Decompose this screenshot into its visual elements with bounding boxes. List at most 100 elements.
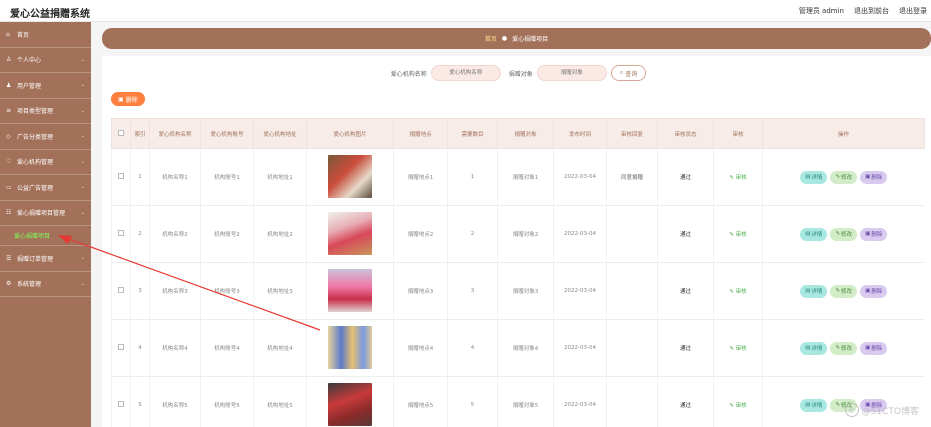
cell-status: 通过 xyxy=(657,148,714,206)
chevron-down-icon: ⌄ xyxy=(80,184,85,191)
cell-status: 通过 xyxy=(657,262,714,320)
cell-reply xyxy=(606,205,658,263)
cell-audit: ✎ 审核 xyxy=(713,205,763,263)
edit-button[interactable]: ✎ 修改 xyxy=(830,341,858,355)
column-header[interactable]: 需要数目 xyxy=(447,118,498,149)
org-photo[interactable] xyxy=(328,382,372,426)
detail-button[interactable]: ▤ 详情 xyxy=(800,227,828,241)
sidebar-item-users[interactable]: ♟ 用户管理 ⌄ xyxy=(0,73,91,99)
watermark-logo-icon: ◎ xyxy=(844,403,859,417)
table-row: 5 机构名称5 机构账号5 机构地址5 捐赠地点5 5 捐赠对象5 2022-03-04 通过 ✎… xyxy=(111,376,925,427)
audit-link[interactable]: ✎ 审核 xyxy=(729,175,746,181)
sidebar: ⌂ 首页 ♙ 个人中心 ⌄ ♟ 用户管理 ⌄ ≡ 项目类型管理 ⌄ ◇ 广告分类管理 ⌄ ♡ 爱心机构管理 ⌄ ▭… xyxy=(0,22,91,427)
sidebar-item-order[interactable]: ☰ 捐赠订单管理 ⌄ xyxy=(0,246,91,272)
org-photo[interactable] xyxy=(328,211,372,255)
batch-delete-button[interactable]: ▣ 删除 xyxy=(111,92,145,106)
detail-icon: ▤ xyxy=(805,231,811,237)
row-checkbox[interactable] xyxy=(118,344,124,350)
breadcrumb-current: 爱心捐赠项目 xyxy=(512,36,549,43)
row-checkbox[interactable] xyxy=(118,173,124,179)
cell-audit: ✎ 审核 xyxy=(713,148,763,206)
heart-icon: ♡ xyxy=(6,158,12,166)
cell-time: 2022-03-04 xyxy=(553,376,607,427)
delete-button[interactable]: ▣ 删除 xyxy=(860,284,888,298)
chevron-down-icon: ⌄ xyxy=(80,280,85,287)
column-header[interactable]: 索引 xyxy=(130,118,150,149)
cell-index: 1 xyxy=(130,148,150,206)
detail-button[interactable]: ▤ 详情 xyxy=(800,284,828,298)
cell-index: 5 xyxy=(130,376,150,427)
column-header[interactable]: 爱心机构图片 xyxy=(306,118,394,149)
edit-button[interactable]: ✎ 修改 xyxy=(830,170,858,184)
table-row: 4 机构名称4 机构账号4 机构地址4 捐赠地点4 4 捐赠对象4 2022-03-04 通过 ✎… xyxy=(111,319,925,377)
sidebar-item-label: 用户管理 xyxy=(17,82,42,90)
cell-index: 3 xyxy=(130,262,150,320)
column-header[interactable]: 爱心机构地址 xyxy=(253,118,307,149)
column-header[interactable]: 爱心机构名称 xyxy=(149,118,201,149)
cell-count: 2 xyxy=(447,205,498,263)
sidebar-item-heart[interactable]: ♡ 爱心机构管理 ⌄ xyxy=(0,150,91,175)
cell-ops: ▤ 详情 ✎ 修改 ▣ 删除 xyxy=(762,376,925,427)
cell-org-account: 机构账号5 xyxy=(200,376,254,427)
table-header-row: 索引 爱心机构名称 爱心机构账号 爱心机构地址 爱心机构图片 捐赠地点 需要数目 捐赠对象 发布… xyxy=(111,118,925,149)
audit-link[interactable]: ✎ 审核 xyxy=(729,289,746,295)
sidebar-item-project[interactable]: ☷ 爱心捐赠项目管理 ⌄ xyxy=(0,201,91,226)
column-header[interactable]: 审核状态 xyxy=(657,118,714,149)
sidebar-item-settings[interactable]: ⚙ 系统管理 ⌄ xyxy=(0,272,91,297)
cell-index: 4 xyxy=(130,319,150,377)
cell-org-address: 机构地址5 xyxy=(253,376,307,427)
column-header[interactable]: 审核 xyxy=(713,118,763,149)
cell-org-address: 机构地址3 xyxy=(253,262,307,320)
column-header[interactable]: 爱心机构账号 xyxy=(200,118,254,149)
select-all-checkbox[interactable] xyxy=(118,129,124,136)
sidebar-item-list[interactable]: ≡ 项目类型管理 ⌄ xyxy=(0,99,91,124)
breadcrumb-home[interactable]: 首页 xyxy=(485,34,497,43)
cell-org-address: 机构地址1 xyxy=(253,148,307,206)
top-bar: 爱心公益捐赠系统 管理员 admin 退出到前台 退出登录 xyxy=(0,0,931,22)
audit-link[interactable]: ✎ 审核 xyxy=(729,232,746,238)
cell-org-name: 机构名称5 xyxy=(149,376,201,427)
detail-button[interactable]: ▤ 详情 xyxy=(800,170,828,184)
detail-button[interactable]: ▤ 详情 xyxy=(800,398,828,412)
row-select-cell xyxy=(111,205,131,263)
search-org-input[interactable] xyxy=(430,65,501,81)
sidebar-item-home[interactable]: ⌂ 首页 xyxy=(0,22,91,48)
edit-button[interactable]: ✎ 修改 xyxy=(830,284,858,298)
trash-icon: ▣ xyxy=(865,174,871,180)
column-header[interactable]: 发布时间 xyxy=(553,118,607,149)
main-content: 首页 ● 爱心捐赠项目 爱心机构名称 捐赠对象 ⌕ 查询 ▣ 删除 索引爱心机构… xyxy=(91,22,931,427)
row-checkbox[interactable] xyxy=(118,401,124,407)
column-header[interactable]: 捐赠对象 xyxy=(497,118,554,149)
query-button[interactable]: ⌕ 查询 xyxy=(610,65,647,81)
audit-link[interactable]: ✎ 审核 xyxy=(729,346,746,352)
sidebar-item-tag[interactable]: ◇ 广告分类管理 ⌄ xyxy=(0,124,91,150)
search-target-input[interactable] xyxy=(536,65,607,81)
column-header[interactable]: 审核回复 xyxy=(606,118,658,149)
row-checkbox[interactable] xyxy=(118,287,124,293)
column-header[interactable]: 捐赠地点 xyxy=(393,118,448,149)
cell-reply xyxy=(606,319,658,377)
logout-link[interactable]: 退出登录 xyxy=(899,6,927,16)
delete-button[interactable]: ▣ 删除 xyxy=(860,227,888,241)
cell-time: 2022-03-04 xyxy=(553,262,607,320)
sidebar-item-ad[interactable]: ▭ 公益广告管理 ⌄ xyxy=(0,175,91,201)
tag-icon: ◇ xyxy=(6,132,11,140)
row-checkbox[interactable] xyxy=(118,230,124,236)
sidebar-subitem-donation-project[interactable]: 爱心捐赠项目 xyxy=(0,226,91,246)
cell-index: 2 xyxy=(130,205,150,263)
org-photo[interactable] xyxy=(328,268,372,312)
cell-org-image xyxy=(306,148,394,206)
back-to-front-link[interactable]: 退出到前台 xyxy=(854,6,889,16)
audit-link[interactable]: ✎ 审核 xyxy=(729,403,746,409)
search-icon: ⌕ xyxy=(619,69,624,76)
delete-button[interactable]: ▣ 删除 xyxy=(860,170,888,184)
chevron-down-icon: ⌄ xyxy=(80,255,85,262)
delete-button[interactable]: ▣ 删除 xyxy=(860,341,888,355)
detail-button[interactable]: ▤ 详情 xyxy=(800,341,828,355)
sidebar-item-label: 捐赠订单管理 xyxy=(17,255,54,263)
org-photo[interactable] xyxy=(328,154,372,198)
cell-ops: ▤ 详情 ✎ 修改 ▣ 删除 xyxy=(762,262,925,320)
org-photo[interactable] xyxy=(328,325,372,369)
edit-button[interactable]: ✎ 修改 xyxy=(830,227,858,241)
sidebar-item-user[interactable]: ♙ 个人中心 ⌄ xyxy=(0,48,91,73)
